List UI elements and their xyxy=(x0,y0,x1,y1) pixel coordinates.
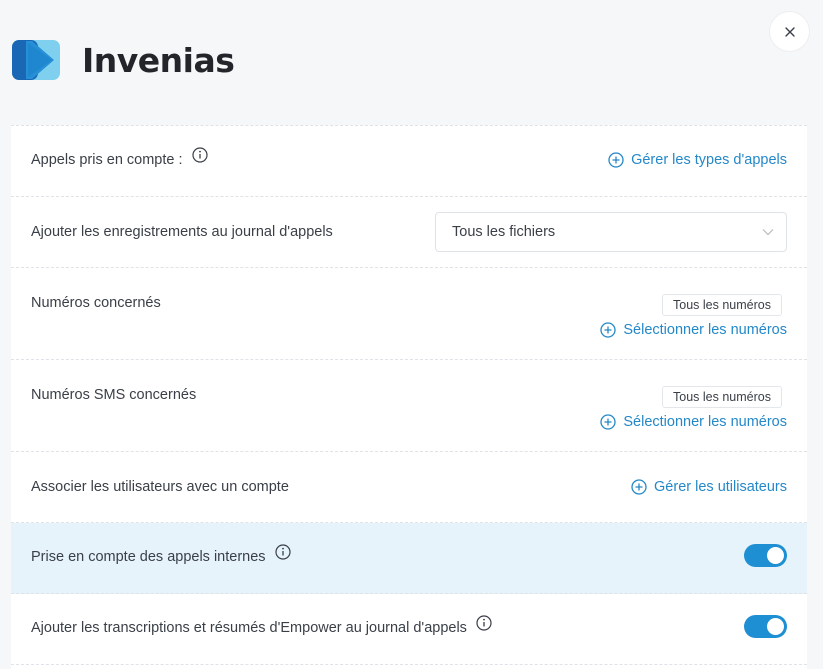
numbers-chip: Tous les numéros xyxy=(662,294,782,316)
internal-calls-label-wrap: Prise en compte des appels internes xyxy=(31,544,291,565)
close-button[interactable] xyxy=(770,12,809,51)
plus-circle-icon xyxy=(600,414,617,430)
row-numbers: Numéros concernés Tous les numéros Sélec… xyxy=(11,268,807,360)
transcriptions-toggle[interactable] xyxy=(744,615,787,638)
plus-circle-icon xyxy=(608,152,624,168)
settings-panel: Appels pris en compte : Gérer les types … xyxy=(11,125,807,669)
plus-circle-icon xyxy=(600,322,617,338)
sms-numbers-chip: Tous les numéros xyxy=(662,386,782,408)
transcriptions-label-wrap: Ajouter les transcriptions et résumés d'… xyxy=(31,615,492,636)
select-numbers-link[interactable]: Sélectionner les numéros xyxy=(600,322,787,338)
select-sms-numbers-link[interactable]: Sélectionner les numéros xyxy=(600,414,787,430)
select-numbers-label: Sélectionner les numéros xyxy=(623,322,787,338)
calls-label-wrap: Appels pris en compte : xyxy=(31,147,208,168)
transcriptions-label: Ajouter les transcriptions et résumés d'… xyxy=(31,620,467,636)
numbers-label: Numéros concernés xyxy=(31,295,161,311)
app-header: Invenias xyxy=(12,40,235,80)
manage-users-link[interactable]: Gérer les utilisateurs xyxy=(631,479,787,495)
toggle-knob xyxy=(767,547,784,564)
manage-call-types-link[interactable]: Gérer les types d'appels xyxy=(608,152,787,168)
plus-circle-icon xyxy=(631,479,647,495)
row-recordings: Ajouter les enregistrements au journal d… xyxy=(11,197,807,268)
row-sms-numbers: Numéros SMS concernés Tous les numéros S… xyxy=(11,360,807,452)
recordings-select[interactable]: Tous les fichiers xyxy=(435,212,787,252)
info-icon[interactable] xyxy=(476,615,492,631)
internal-calls-label: Prise en compte des appels internes xyxy=(31,549,266,565)
row-calls: Appels pris en compte : Gérer les types … xyxy=(11,126,807,197)
internal-calls-toggle[interactable] xyxy=(744,544,787,567)
chevron-down-icon xyxy=(762,229,774,236)
row-internal-calls: Prise en compte des appels internes xyxy=(11,523,807,594)
users-label: Associer les utilisateurs avec un compte xyxy=(31,479,289,495)
manage-call-types-label: Gérer les types d'appels xyxy=(631,152,787,168)
invenias-logo-icon xyxy=(12,40,60,80)
calls-label: Appels pris en compte : xyxy=(31,152,183,168)
manage-users-label: Gérer les utilisateurs xyxy=(654,479,787,495)
close-icon xyxy=(784,26,795,37)
select-sms-numbers-label: Sélectionner les numéros xyxy=(623,414,787,430)
row-transcriptions: Ajouter les transcriptions et résumés d'… xyxy=(11,594,807,665)
recordings-select-value: Tous les fichiers xyxy=(452,224,556,240)
row-users: Associer les utilisateurs avec un compte… xyxy=(11,452,807,523)
info-icon[interactable] xyxy=(191,147,208,163)
app-title: Invenias xyxy=(82,40,235,80)
recordings-label: Ajouter les enregistrements au journal d… xyxy=(31,224,333,240)
toggle-knob xyxy=(767,618,784,635)
info-icon[interactable] xyxy=(274,544,291,560)
sms-numbers-label: Numéros SMS concernés xyxy=(31,387,197,403)
